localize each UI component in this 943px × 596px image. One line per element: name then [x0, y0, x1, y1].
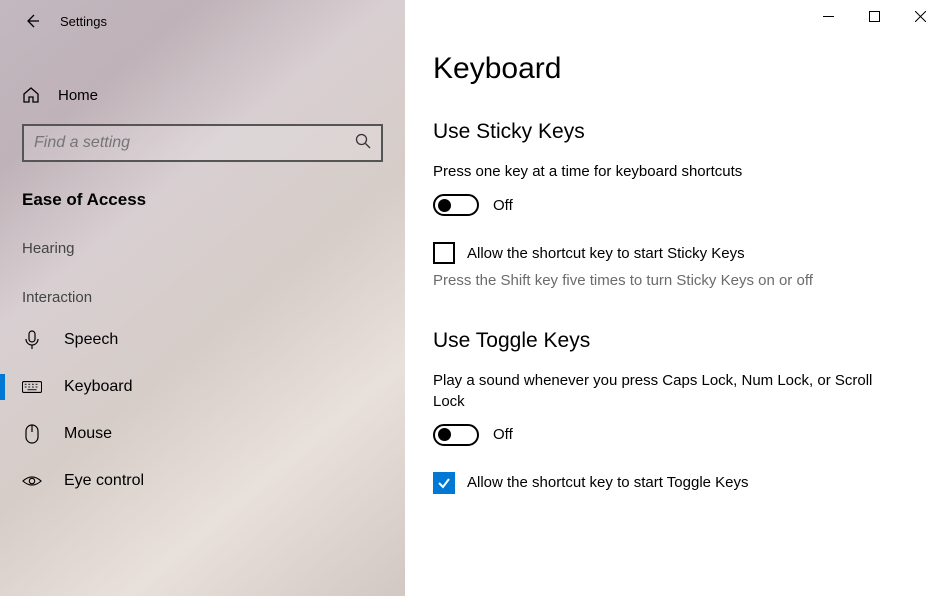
- sidebar-item-label: Eye control: [64, 472, 144, 490]
- microphone-icon: [22, 330, 42, 350]
- section-hearing[interactable]: Hearing: [0, 218, 405, 267]
- toggle-keys-toggle[interactable]: [433, 424, 479, 446]
- toggle-knob: [438, 199, 451, 212]
- minimize-button[interactable]: [805, 0, 851, 32]
- content-pane: Keyboard Use Sticky Keys Press one key a…: [405, 0, 943, 596]
- sidebar: Settings Home Ease of Access Hearing Int…: [0, 0, 405, 596]
- sidebar-item-label: Mouse: [64, 425, 112, 443]
- sidebar-item-speech[interactable]: Speech: [0, 316, 405, 364]
- sidebar-item-mouse[interactable]: Mouse: [0, 410, 405, 458]
- toggle-keys-shortcut-checkbox[interactable]: [433, 472, 455, 494]
- back-button[interactable]: [12, 1, 52, 41]
- sidebar-item-label: Keyboard: [64, 378, 133, 396]
- sticky-keys-hint: Press the Shift key five times to turn S…: [433, 272, 905, 289]
- eye-icon: [22, 474, 42, 488]
- close-button[interactable]: [897, 0, 943, 32]
- search-input[interactable]: [34, 134, 355, 152]
- home-label: Home: [58, 87, 98, 104]
- sidebar-item-keyboard[interactable]: Keyboard: [0, 364, 405, 410]
- sidebar-item-eye-control[interactable]: Eye control: [0, 458, 405, 504]
- sidebar-item-label: Speech: [64, 331, 118, 349]
- sticky-keys-shortcut-label: Allow the shortcut key to start Sticky K…: [467, 245, 745, 262]
- home-icon: [22, 86, 40, 104]
- sticky-keys-toggle[interactable]: [433, 194, 479, 216]
- titlebar: Settings: [0, 0, 405, 42]
- sticky-keys-heading: Use Sticky Keys: [433, 120, 905, 144]
- search-icon: [355, 133, 371, 154]
- toggle-keys-toggle-state: Off: [493, 426, 513, 443]
- toggle-knob: [438, 428, 451, 441]
- page-title: Keyboard: [433, 52, 905, 86]
- sticky-keys-toggle-state: Off: [493, 197, 513, 214]
- sticky-keys-description: Press one key at a time for keyboard sho…: [433, 162, 873, 182]
- category-heading: Ease of Access: [0, 162, 405, 218]
- toggle-keys-shortcut-label: Allow the shortcut key to start Toggle K…: [467, 474, 749, 491]
- keyboard-icon: [22, 379, 42, 395]
- maximize-button[interactable]: [851, 0, 897, 32]
- sticky-keys-shortcut-checkbox[interactable]: [433, 242, 455, 264]
- section-interaction: Interaction: [0, 267, 405, 316]
- mouse-icon: [22, 424, 42, 444]
- home-nav[interactable]: Home: [0, 74, 405, 116]
- search-box[interactable]: [22, 124, 383, 162]
- toggle-keys-heading: Use Toggle Keys: [433, 329, 905, 353]
- toggle-keys-description: Play a sound whenever you press Caps Loc…: [433, 371, 873, 412]
- window-title: Settings: [60, 14, 107, 29]
